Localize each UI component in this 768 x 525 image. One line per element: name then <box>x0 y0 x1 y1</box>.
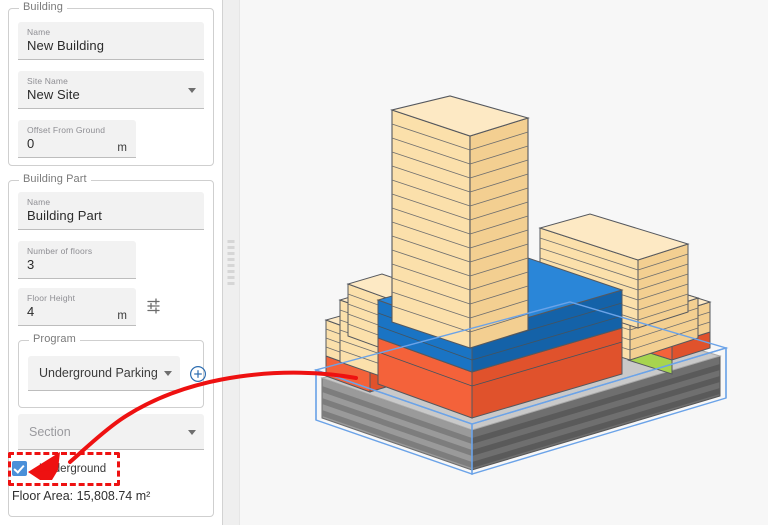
building-name-value: New Building <box>27 38 105 53</box>
building-group-legend: Building <box>19 1 67 13</box>
building-massing-model <box>313 95 729 475</box>
floor-height-label: Floor Height <box>27 293 76 303</box>
massing-block-main-tower <box>390 95 530 349</box>
building-name-label: Name <box>27 27 51 37</box>
application-window: Building Name New Building Site Name New… <box>0 0 768 525</box>
offset-from-ground-field[interactable]: Offset From Ground 0 m <box>18 120 136 158</box>
underground-checkbox[interactable] <box>12 461 27 476</box>
part-name-value: Building Part <box>27 208 103 223</box>
properties-panel: Building Name New Building Site Name New… <box>0 0 222 525</box>
floor-height-field[interactable]: Floor Height 4 m <box>18 288 136 326</box>
underground-checkbox-label: Underground <box>39 462 107 475</box>
floor-area-readout: Floor Area: 15,808.74 m² <box>12 489 151 503</box>
offset-from-ground-label: Offset From Ground <box>27 125 106 135</box>
part-name-field[interactable]: Name Building Part <box>18 192 204 230</box>
number-of-floors-value: 3 <box>27 257 35 272</box>
chevron-down-icon <box>188 87 196 93</box>
program-select-value: Underground Parking <box>39 366 158 380</box>
3d-model-viewport[interactable] <box>240 0 768 525</box>
section-select-placeholder: Section <box>29 424 71 439</box>
building-name-field[interactable]: Name New Building <box>18 22 204 60</box>
underground-checkbox-row[interactable]: Underground <box>12 461 106 476</box>
sliders-icon[interactable] <box>146 296 166 321</box>
site-name-label: Site Name <box>27 76 69 86</box>
floor-height-unit: m <box>117 310 127 322</box>
site-name-select[interactable]: Site Name New Site <box>18 71 204 109</box>
floor-height-value: 4 <box>27 304 35 319</box>
chevron-down-icon <box>164 371 172 376</box>
offset-unit: m <box>117 142 127 154</box>
program-group-legend: Program <box>29 333 80 345</box>
section-select[interactable]: Section <box>18 414 204 450</box>
chevron-down-icon <box>188 429 196 435</box>
panel-splitter[interactable] <box>222 0 240 525</box>
add-circle-icon[interactable] <box>189 365 207 388</box>
site-name-value: New Site <box>27 87 80 102</box>
number-of-floors-field[interactable]: Number of floors 3 <box>18 241 136 279</box>
part-name-label: Name <box>27 197 51 207</box>
drag-handle-icon[interactable] <box>227 239 235 286</box>
program-select[interactable]: Underground Parking <box>28 356 180 391</box>
building-part-group-legend: Building Part <box>19 173 91 185</box>
offset-from-ground-value: 0 <box>27 136 35 151</box>
number-of-floors-label: Number of floors <box>27 246 93 256</box>
